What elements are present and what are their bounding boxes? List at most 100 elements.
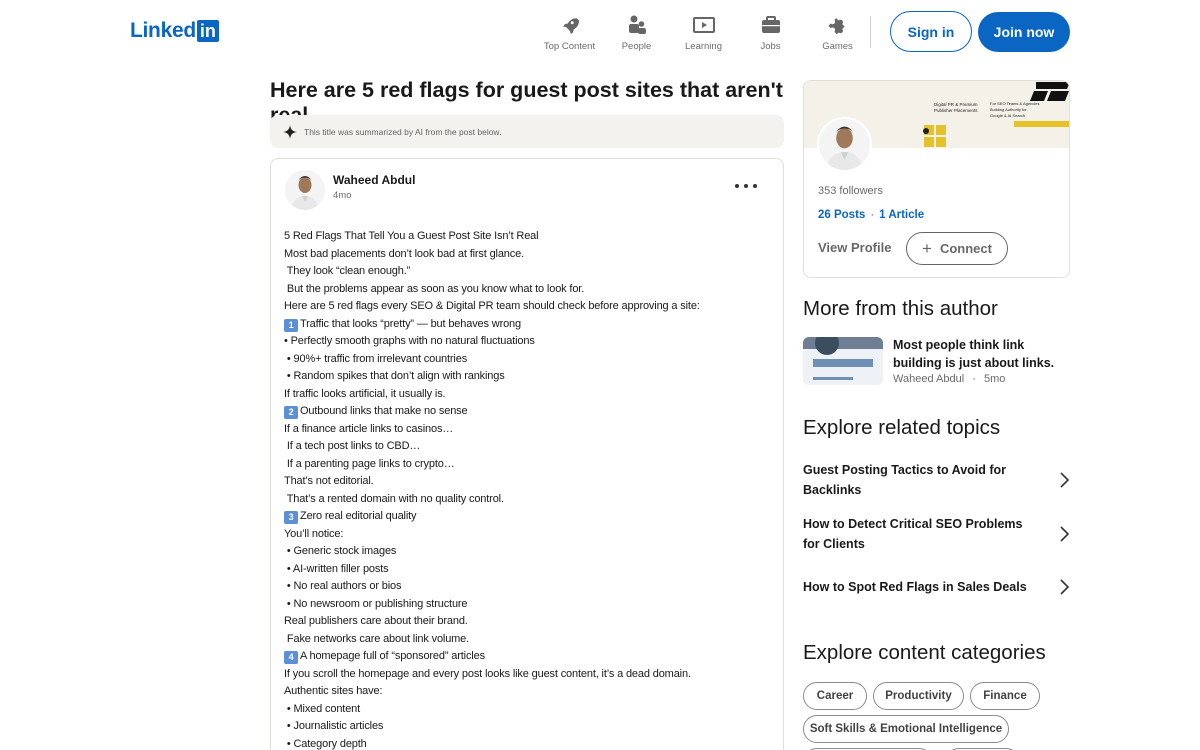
post-line-text: • No newsroom or publishing structure [284, 597, 468, 610]
post-line-text: Zero real editorial quality [300, 510, 417, 522]
post-line: • Category depth [284, 736, 774, 750]
posts-link[interactable]: 26 Posts [818, 209, 865, 221]
post-line: That’s not editorial. [284, 473, 774, 491]
ai-summary-note: This title was summarized by AI from the… [270, 115, 784, 148]
more-options-icon[interactable] [735, 179, 757, 193]
thumbnail-graphic [803, 337, 883, 385]
chevron-right-icon [1060, 526, 1070, 542]
post-line: Authentic sites have: [284, 683, 774, 701]
topic-link[interactable]: How to Detect Critical SEO Problems for … [803, 512, 1070, 556]
article-author: Waheed Abdul [893, 373, 965, 385]
avatar-portrait [285, 170, 325, 210]
post-line: 3 Zero real editorial quality [284, 508, 774, 526]
logo-wordmark: Linked [130, 19, 196, 42]
content-categories-heading: Explore content categories [803, 641, 1046, 664]
post-line-text: Traffic that looks “pretty” — but behave… [300, 317, 521, 330]
topic-link[interactable]: Guest Posting Tactics to Avoid for Backl… [803, 458, 1070, 502]
post-line-text: They look “clean enough.” [284, 265, 411, 277]
plus-icon: + [922, 239, 932, 258]
post-line: 1 Traffic that looks “pretty” — but behav… [284, 316, 774, 334]
category-pill[interactable]: Productivity [873, 682, 964, 710]
sign-in-button[interactable]: Sign in [890, 11, 972, 52]
nav-top-content[interactable]: Top Content [536, 14, 603, 52]
category-pill[interactable]: Soft Skills & Emotional Intelligence [803, 715, 1009, 743]
rocket-icon [559, 14, 581, 36]
post-line-text: If you scroll the homepage and every pos… [284, 667, 691, 680]
topic-label: How to Spot Red Flags in Sales Deals [803, 580, 1027, 594]
top-nav-bar: Linked in Top Content People Learning Job… [0, 0, 1200, 64]
number-keycap-icon: 4 [284, 651, 298, 664]
banner-line: Publisher Placements [934, 108, 978, 113]
post-line: • AI-written filler posts [284, 561, 774, 579]
author-profile-card: Digital PR & Premium Publisher Placement… [803, 80, 1070, 278]
post-line: Real publishers care about their brand. [284, 613, 774, 631]
post-line-text: • Category depth [284, 737, 367, 750]
ai-note-text: This title was summarized by AI from the… [304, 126, 502, 137]
view-profile-link[interactable]: View Profile [818, 240, 891, 255]
profile-avatar[interactable] [817, 117, 872, 172]
post-line-text: That’s a rented domain with no quality c… [284, 492, 504, 505]
post-line: Fake networks care about link volume. [284, 631, 774, 649]
article-title-link[interactable]: Most people think link building is just … [893, 336, 1063, 372]
post-line-text: Outbound links that make no sense [300, 405, 468, 417]
category-pill[interactable]: Finance [970, 682, 1040, 710]
nav-label: People [621, 41, 652, 52]
post-line-text: Real publishers care about their brand. [284, 615, 468, 627]
nav-label: Learning [685, 41, 722, 52]
nav-people[interactable]: People [603, 14, 670, 52]
post-line-text: Most bad placements don’t look bad at fi… [284, 247, 524, 260]
primary-nav: Top Content People Learning Jobs Games [536, 14, 871, 52]
briefcase-icon [760, 14, 782, 36]
chevron-right-icon [1060, 472, 1070, 488]
author-name[interactable]: Waheed Abdul [333, 173, 415, 187]
post-line-text: Fake networks care about link volume. [284, 632, 470, 645]
post-line: They look “clean enough.” [284, 263, 774, 281]
connect-button[interactable]: + Connect [906, 232, 1008, 265]
post-line-text: Here are 5 red flags every SEO & Digital… [284, 300, 700, 312]
post-line: If a finance article links to casinos… [284, 421, 774, 439]
logo-mark: in [196, 20, 219, 42]
topic-link[interactable]: How to Spot Red Flags in Sales Deals [803, 565, 1070, 609]
post-line-text: That’s not editorial. [284, 475, 374, 487]
nav-learning[interactable]: Learning [670, 14, 737, 52]
post-line-text: • AI-written filler posts [284, 562, 389, 575]
post-body: 5 Red Flags That Tell You a Guest Post S… [284, 228, 774, 750]
join-now-button[interactable]: Join now [978, 12, 1070, 52]
related-topics-heading: Explore related topics [803, 416, 1001, 439]
author-stats: 26 Posts · 1 Article [818, 209, 924, 221]
articles-link[interactable]: 1 Article [879, 209, 924, 221]
post-line-text: If a tech post links to CBD… [284, 440, 421, 452]
post-line: • 90%+ traffic from irrelevant countries [284, 351, 774, 369]
post-line: 2 Outbound links that make no sense [284, 403, 774, 421]
post-line-text: • 90%+ traffic from irrelevant countries [284, 352, 468, 365]
category-pill[interactable]: Career [803, 682, 867, 710]
post-line-text: • Perfectly smooth graphs with no natura… [284, 335, 535, 347]
post-line-text: If a parenting page links to crypto… [284, 457, 455, 470]
people-icon [626, 14, 648, 36]
post-line: • Generic stock images [284, 543, 774, 561]
nav-label: Jobs [760, 41, 781, 52]
post-line: • Perfectly smooth graphs with no natura… [284, 333, 774, 351]
connect-label: Connect [939, 241, 992, 256]
nav-jobs[interactable]: Jobs [737, 14, 804, 52]
banner-line: Digital PR & Premium [934, 102, 978, 107]
post-time: 4mo [333, 190, 352, 201]
follower-count: 353 followers [818, 185, 883, 197]
post-line: 5 Red Flags That Tell You a Guest Post S… [284, 228, 774, 246]
nav-games[interactable]: Games [804, 14, 871, 52]
linkedin-logo[interactable]: Linked in [130, 20, 219, 42]
nav-label: Top Content [543, 41, 596, 52]
post-line-text: • Generic stock images [284, 545, 397, 557]
post-line: If a tech post links to CBD… [284, 438, 774, 456]
topic-label: How to Detect Critical SEO Problems for … [803, 517, 1023, 551]
ai-sparkle-icon [283, 124, 297, 139]
article-thumbnail[interactable] [803, 337, 883, 385]
author-avatar[interactable] [285, 170, 325, 210]
banner-line: For SEO Teams & Agencies [990, 101, 1040, 106]
post-line: You’ll notice: [284, 526, 774, 544]
puzzle-icon [827, 14, 849, 36]
post-line-text: • Random spikes that don’t align with ra… [284, 370, 505, 382]
post-line-text: 5 Red Flags That Tell You a Guest Post S… [284, 230, 539, 242]
number-keycap-icon: 1 [284, 318, 298, 332]
avatar-portrait [819, 119, 870, 170]
